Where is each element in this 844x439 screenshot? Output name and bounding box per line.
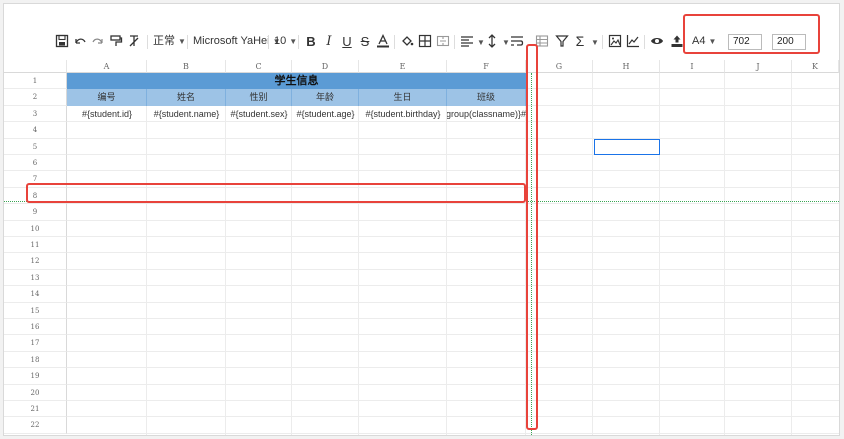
row-header-10[interactable]: 10 bbox=[4, 220, 67, 237]
column-gridline bbox=[146, 73, 147, 435]
row-header-11[interactable]: 11 bbox=[4, 237, 67, 254]
toolbar-divider bbox=[454, 35, 455, 49]
column-gridline bbox=[446, 73, 447, 435]
toolbar-divider bbox=[298, 35, 299, 49]
column-gridline bbox=[291, 73, 292, 435]
chevron-down-icon[interactable]: ▼ bbox=[588, 35, 599, 50]
border-icon[interactable] bbox=[417, 33, 433, 49]
selected-cell[interactable] bbox=[594, 138, 660, 155]
row-header-19[interactable]: 19 bbox=[4, 368, 67, 385]
field-cell[interactable]: #{student.birthday} bbox=[359, 106, 447, 122]
row-header-20[interactable]: 20 bbox=[4, 384, 67, 401]
row-break-highlight bbox=[26, 183, 526, 203]
strikethrough-icon[interactable]: S bbox=[357, 33, 373, 49]
row-header-9[interactable]: 9 bbox=[4, 204, 67, 221]
row-header-13[interactable]: 13 bbox=[4, 269, 67, 287]
header-cell[interactable]: 编号 bbox=[67, 89, 147, 106]
column-gridline bbox=[724, 73, 725, 435]
clear-format-icon[interactable] bbox=[126, 33, 142, 49]
format-painter-icon[interactable] bbox=[108, 33, 124, 49]
sum-icon[interactable]: Σ bbox=[572, 33, 588, 49]
column-header-d[interactable]: D bbox=[292, 60, 359, 73]
field-cell[interactable]: #{student.group(classname)} bbox=[447, 106, 526, 122]
row-header-18[interactable]: 18 bbox=[4, 351, 67, 369]
chart-icon[interactable] bbox=[625, 33, 641, 49]
bold-icon[interactable]: B bbox=[303, 33, 319, 49]
select-all-corner[interactable] bbox=[4, 60, 67, 73]
row-header-14[interactable]: 14 bbox=[4, 286, 67, 303]
row-header-15[interactable]: 15 bbox=[4, 302, 67, 319]
row-header-2[interactable]: 2 bbox=[4, 89, 67, 106]
font-size-select[interactable]: 10 ▼ bbox=[274, 34, 297, 49]
column-header-b[interactable]: B bbox=[147, 60, 226, 73]
header-cell[interactable]: 生日 bbox=[359, 89, 447, 106]
row-header-4[interactable]: 4 bbox=[4, 122, 67, 139]
fill-color-icon[interactable] bbox=[399, 33, 415, 49]
sheet-grid[interactable]: ABCDEFGHIJK 1 2 3 4 5 6 7 8 9 10 11 12 13 14 15 16 17 18 1… bbox=[4, 60, 839, 435]
header-cell[interactable]: 性别 bbox=[226, 89, 292, 106]
header-cell[interactable]: 年龄 bbox=[292, 89, 359, 106]
style-select-value: 正常 bbox=[153, 35, 175, 47]
chevron-down-icon: ▼ bbox=[289, 37, 298, 46]
merge-cells-icon[interactable] bbox=[435, 33, 451, 49]
style-select[interactable]: 正常 ▼ bbox=[153, 34, 186, 49]
undo-icon[interactable] bbox=[72, 33, 88, 49]
column-header-e[interactable]: E bbox=[359, 60, 447, 73]
font-size-value: 10 bbox=[274, 35, 287, 47]
column-header-a[interactable]: A bbox=[67, 60, 147, 73]
row-header-3[interactable]: 3 bbox=[4, 105, 67, 123]
field-cell[interactable]: #{student.age} bbox=[292, 106, 359, 122]
field-cell[interactable]: #{student.name} bbox=[147, 106, 226, 122]
toolbar-divider bbox=[268, 35, 269, 49]
image-icon[interactable] bbox=[607, 33, 623, 49]
column-header-i[interactable]: I bbox=[660, 60, 725, 73]
column-gridline bbox=[659, 73, 660, 435]
sheet-title-cell[interactable]: 学生信息 bbox=[67, 73, 526, 90]
column-gridline bbox=[791, 73, 792, 435]
row-header-1[interactable]: 1 bbox=[4, 73, 67, 90]
vertical-align-icon[interactable] bbox=[484, 33, 500, 49]
column-gridline bbox=[358, 73, 359, 435]
column-header-c[interactable]: C bbox=[226, 60, 292, 73]
toolbar-divider bbox=[147, 35, 148, 49]
header-cell[interactable]: 姓名 bbox=[147, 89, 226, 106]
row-header-21[interactable]: 21 bbox=[4, 401, 67, 418]
row-header-12[interactable]: 12 bbox=[4, 253, 67, 270]
toolbar-divider bbox=[394, 35, 395, 49]
column-gridline bbox=[225, 73, 226, 435]
save-icon[interactable] bbox=[54, 33, 70, 49]
row-header-22[interactable]: 22 bbox=[4, 417, 67, 434]
row-header-16[interactable]: 16 bbox=[4, 319, 67, 336]
underline-icon[interactable]: U bbox=[339, 33, 355, 49]
wrap-text-icon[interactable] bbox=[509, 33, 525, 49]
filter-icon[interactable] bbox=[554, 33, 570, 49]
toolbar-divider bbox=[602, 35, 603, 49]
field-cell[interactable]: #{student.id} bbox=[67, 106, 147, 122]
row-header-6[interactable]: 6 bbox=[4, 155, 67, 172]
column-header-j[interactable]: J bbox=[725, 60, 792, 73]
column-header-f[interactable]: F bbox=[447, 60, 526, 73]
page-size-highlight bbox=[683, 14, 820, 54]
column-gridline bbox=[592, 73, 593, 435]
preview-eye-icon[interactable] bbox=[649, 33, 665, 49]
column-break-highlight bbox=[526, 44, 538, 430]
toolbar-divider bbox=[644, 35, 645, 49]
header-cell[interactable]: 班级 bbox=[447, 89, 526, 106]
column-header-k[interactable]: K bbox=[792, 60, 839, 73]
field-cell[interactable]: #{student.sex} bbox=[226, 106, 292, 122]
chevron-down-icon: ▼ bbox=[178, 37, 186, 46]
italic-icon[interactable]: I bbox=[321, 33, 337, 49]
font-family-value: Microsoft YaHei bbox=[193, 35, 270, 47]
align-left-icon[interactable] bbox=[459, 33, 475, 49]
toolbar-divider bbox=[187, 35, 188, 49]
chevron-down-icon: ▼ bbox=[591, 38, 599, 47]
font-color-icon[interactable] bbox=[375, 33, 391, 49]
row-header-5[interactable]: 5 bbox=[4, 138, 67, 155]
column-header-h[interactable]: H bbox=[593, 60, 660, 73]
row-header-17[interactable]: 17 bbox=[4, 335, 67, 352]
spreadsheet-designer: 正常▼ Microsoft YaHei ▼ 10▼ B I U S ▼ ▼ bbox=[3, 3, 840, 436]
redo-icon[interactable] bbox=[90, 33, 106, 49]
